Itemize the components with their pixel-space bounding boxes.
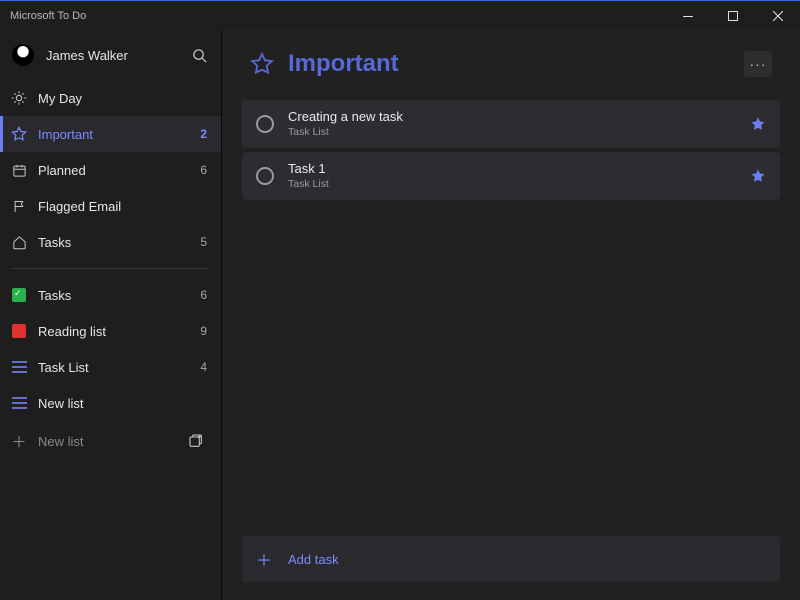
list-color-icon <box>0 324 38 338</box>
sun-icon <box>0 90 38 106</box>
window-controls <box>665 1 800 30</box>
sidebar-item-label: Tasks <box>38 235 200 250</box>
page-title: Important <box>288 50 744 78</box>
sidebar-item-label: Important <box>38 127 200 142</box>
sidebar-item-count: 4 <box>200 360 207 374</box>
avatar <box>12 44 34 66</box>
main-header: Important ··· <box>222 30 800 92</box>
user-name: James Walker <box>46 48 192 63</box>
sidebar-item-label: New list <box>38 396 207 411</box>
complete-checkbox[interactable] <box>256 115 274 133</box>
add-task-input[interactable]: ＋ Add task <box>242 536 780 582</box>
task-title: Task 1 <box>288 161 750 177</box>
task-text: Creating a new task Task List <box>288 109 750 138</box>
task-row[interactable]: Task 1 Task List <box>242 152 780 200</box>
list-lines-icon <box>0 361 38 373</box>
task-sublabel: Task List <box>288 178 750 191</box>
user-row[interactable]: James Walker <box>0 30 221 80</box>
task-list: Creating a new task Task List Task 1 Tas… <box>222 92 800 536</box>
sidebar-item-label: Task List <box>38 360 200 375</box>
minimize-button[interactable] <box>665 1 710 31</box>
titlebar: Microsoft To Do <box>0 0 800 30</box>
new-group-button[interactable] <box>179 426 213 456</box>
new-list-label: New list <box>38 434 179 449</box>
sidebar-item-count: 9 <box>200 324 207 338</box>
sidebar-list-tasks[interactable]: Tasks 6 <box>0 277 221 313</box>
task-title: Creating a new task <box>288 109 750 125</box>
search-icon[interactable] <box>192 48 207 63</box>
sidebar-item-label: My Day <box>38 91 207 106</box>
sidebar-item-tasks[interactable]: Tasks 5 <box>0 224 221 260</box>
sidebar: James Walker My Day Important 2 Planned <box>0 30 222 600</box>
sidebar-list-tasklist[interactable]: Task List 4 <box>0 349 221 385</box>
add-task-label: Add task <box>288 552 339 567</box>
plus-icon: ＋ <box>0 431 38 452</box>
calendar-icon <box>0 163 38 178</box>
new-list-row[interactable]: ＋ New list <box>0 421 221 461</box>
sidebar-divider <box>12 268 209 269</box>
main-pane: Important ··· Creating a new task Task L… <box>222 30 800 600</box>
sidebar-item-count: 6 <box>200 163 207 177</box>
sidebar-item-planned[interactable]: Planned 6 <box>0 152 221 188</box>
sidebar-item-count: 5 <box>200 235 207 249</box>
sidebar-item-label: Tasks <box>38 288 200 303</box>
star-icon[interactable] <box>750 116 766 132</box>
sidebar-item-flagged[interactable]: Flagged Email <box>0 188 221 224</box>
sidebar-item-myday[interactable]: My Day <box>0 80 221 116</box>
app-body: James Walker My Day Important 2 Planned <box>0 30 800 600</box>
list-lines-icon <box>0 397 38 409</box>
more-options-button[interactable]: ··· <box>744 51 772 77</box>
task-text: Task 1 Task List <box>288 161 750 190</box>
sidebar-list-newlist[interactable]: New list <box>0 385 221 421</box>
list-color-icon <box>0 288 38 302</box>
plus-icon: ＋ <box>256 547 272 571</box>
sidebar-item-count: 2 <box>200 127 207 141</box>
sidebar-item-label: Planned <box>38 163 200 178</box>
home-icon <box>0 235 38 250</box>
task-row[interactable]: Creating a new task Task List <box>242 100 780 148</box>
close-button[interactable] <box>755 1 800 31</box>
sidebar-item-important[interactable]: Important 2 <box>0 116 221 152</box>
sidebar-item-count: 6 <box>200 288 207 302</box>
sidebar-item-label: Reading list <box>38 324 200 339</box>
task-sublabel: Task List <box>288 126 750 139</box>
maximize-button[interactable] <box>710 1 755 31</box>
sidebar-list-reading[interactable]: Reading list 9 <box>0 313 221 349</box>
star-icon <box>250 52 274 76</box>
flag-icon <box>0 199 38 214</box>
star-icon <box>0 126 38 142</box>
sidebar-item-label: Flagged Email <box>38 199 207 214</box>
app-title: Microsoft To Do <box>0 10 665 22</box>
star-icon[interactable] <box>750 168 766 184</box>
complete-checkbox[interactable] <box>256 167 274 185</box>
